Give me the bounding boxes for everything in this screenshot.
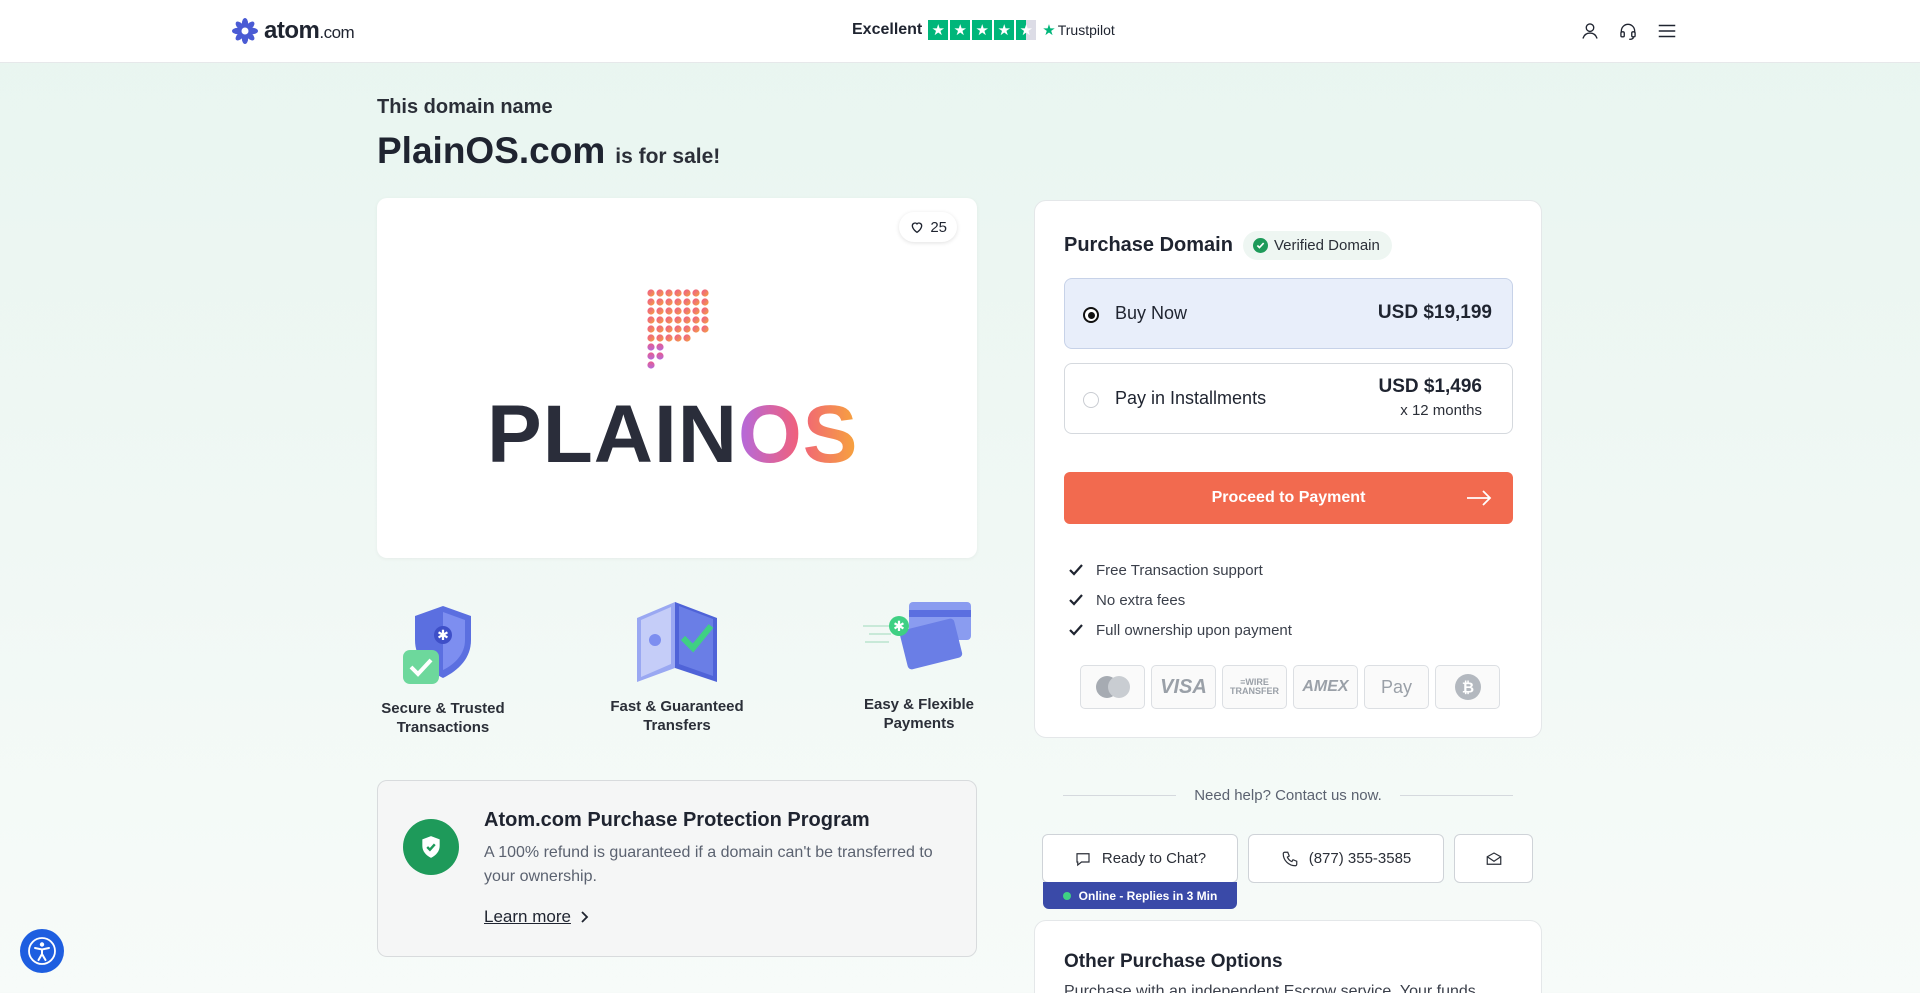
svg-text:✱: ✱ xyxy=(437,627,449,643)
hamburger-menu-icon[interactable] xyxy=(1656,20,1678,47)
page-title: PlainOS.com is for sale! xyxy=(377,130,720,172)
benefit-item: Free Transaction support xyxy=(1068,555,1292,585)
chat-label: Ready to Chat? xyxy=(1101,850,1207,867)
chevron-right-icon xyxy=(581,911,589,923)
payment-methods: VISA ≡WIRE TRANSFER AMEX Pay ₿ xyxy=(1080,665,1500,709)
domain-name: PlainOS.com xyxy=(377,130,606,171)
atom-logo-icon xyxy=(232,18,258,44)
apple-pay-icon: Pay xyxy=(1364,665,1429,709)
email-button[interactable] xyxy=(1454,834,1533,883)
check-icon xyxy=(1069,624,1083,636)
benefits-list: Free Transaction support No extra fees F… xyxy=(1068,555,1292,645)
like-button[interactable]: 25 xyxy=(899,212,957,242)
wallet-transfer-icon xyxy=(637,602,717,682)
feature-label: Easy & Flexible Payments xyxy=(863,696,975,732)
trustpilot-rating[interactable]: Excellent ★ ★ ★ ★ ★ ★ Trustpilot xyxy=(852,20,1115,40)
site-header: atom.com Excellent ★ ★ ★ ★ ★ ★ Trustpilot xyxy=(0,0,1920,63)
purchase-domain-card: Purchase Domain Verified Domain Buy Now … xyxy=(1034,200,1542,738)
trust-label: Excellent xyxy=(852,21,923,38)
installments-option[interactable]: Pay in Installments USD $1,496 x 12 mont… xyxy=(1064,363,1513,434)
divider-line xyxy=(1399,795,1513,796)
benefit-item: Full ownership upon payment xyxy=(1068,615,1292,645)
phone-number: (877) 355-3585 xyxy=(1308,850,1412,867)
radio-buy-now[interactable] xyxy=(1083,307,1099,323)
other-purchase-options-card: Other Purchase Options Purchase with an … xyxy=(1034,920,1542,993)
online-dot-icon xyxy=(1062,891,1071,900)
headset-icon[interactable] xyxy=(1618,21,1638,46)
header-actions xyxy=(1580,20,1678,47)
option-price: USD $19,199 xyxy=(1377,302,1492,323)
protection-text: A 100% refund is guaranteed if a domain … xyxy=(484,844,933,885)
protection-title: Atom.com Purchase Protection Program xyxy=(484,809,870,831)
secure-shield-icon: ✱ xyxy=(403,606,471,684)
trust-stars: ★ ★ ★ ★ ★ xyxy=(928,20,1037,40)
benefit-item: No extra fees xyxy=(1068,585,1292,615)
purchase-title: Purchase Domain xyxy=(1064,234,1233,256)
accessibility-icon xyxy=(28,937,56,965)
visa-icon: VISA xyxy=(1151,665,1216,709)
online-status-bar: Online - Replies in 3 Min xyxy=(1043,882,1237,909)
online-label: Online - Replies in 3 Min xyxy=(1078,888,1218,903)
trustpilot-brand: ★ Trustpilot xyxy=(1042,22,1115,39)
page-subtitle: This domain name xyxy=(377,96,553,118)
radio-installments[interactable] xyxy=(1083,392,1099,408)
other-options-title: Other Purchase Options xyxy=(1064,951,1283,972)
plainos-wordmark: PLAINOS xyxy=(487,389,859,480)
option-label: Buy Now xyxy=(1115,303,1188,323)
learn-more-label: Learn more xyxy=(484,907,571,926)
plainos-mark-icon xyxy=(647,289,709,369)
heart-icon xyxy=(911,222,923,234)
feature-secure: ✱ Secure & Trusted Transactions xyxy=(358,600,528,737)
svg-text:✱: ✱ xyxy=(893,618,905,634)
shield-check-icon xyxy=(403,819,459,875)
like-count: 25 xyxy=(930,218,947,236)
purchase-header: Purchase Domain Verified Domain xyxy=(1064,231,1392,260)
star-icon: ★ xyxy=(950,20,971,40)
domain-logo-card: 25 PLAINOS xyxy=(377,198,977,558)
help-divider: Need help? Contact us now. xyxy=(1063,787,1513,804)
envelope-icon xyxy=(1486,851,1501,865)
purchase-protection-box: Atom.com Purchase Protection Program A 1… xyxy=(377,780,977,957)
verified-check-icon xyxy=(1252,238,1268,253)
help-text: Need help? Contact us now. xyxy=(1194,787,1382,804)
buy-now-option[interactable]: Buy Now USD $19,199 xyxy=(1064,278,1513,349)
feature-payments: ✱ Easy & Flexible Payments xyxy=(834,596,1004,733)
accessibility-button[interactable] xyxy=(20,929,64,973)
learn-more-link[interactable]: Learn more xyxy=(484,907,589,927)
bitcoin-icon: ₿ xyxy=(1435,665,1500,709)
arrow-right-icon xyxy=(1467,490,1492,506)
for-sale-text: is for sale! xyxy=(615,145,721,168)
verified-badge: Verified Domain xyxy=(1242,231,1392,260)
phone-icon xyxy=(1282,851,1298,866)
other-options-text: Purchase with an independent Escrow serv… xyxy=(1064,983,1476,993)
check-icon xyxy=(1069,594,1083,606)
option-price: USD $1,496 xyxy=(1378,376,1482,397)
proceed-to-payment-button[interactable]: Proceed to Payment xyxy=(1064,472,1513,524)
option-label: Pay in Installments xyxy=(1115,388,1267,408)
trustpilot-star-icon: ★ xyxy=(1042,22,1056,39)
verified-label: Verified Domain xyxy=(1273,237,1380,254)
check-icon xyxy=(1069,564,1083,576)
mastercard-icon xyxy=(1080,665,1145,709)
star-icon: ★ xyxy=(994,20,1015,40)
star-icon: ★ xyxy=(972,20,993,40)
amex-icon: AMEX xyxy=(1293,665,1358,709)
half-star-icon: ★ xyxy=(1016,20,1037,40)
feature-label: Secure & Trusted Transactions xyxy=(381,700,505,736)
svg-text:₿: ₿ xyxy=(1461,680,1473,697)
feature-fast: Fast & Guaranteed Transfers xyxy=(592,598,762,735)
user-icon[interactable] xyxy=(1580,21,1600,46)
proceed-label: Proceed to Payment xyxy=(1211,489,1366,506)
payment-cards-icon: ✱ xyxy=(863,602,971,670)
atom-logo[interactable]: atom.com xyxy=(230,16,355,46)
divider-line xyxy=(1063,795,1177,796)
chat-bubble-icon xyxy=(1076,852,1090,866)
wire-transfer-icon: ≡WIRE TRANSFER xyxy=(1222,665,1287,709)
feature-label: Fast & Guaranteed Transfers xyxy=(610,698,744,734)
option-term: x 12 months xyxy=(1400,402,1482,419)
phone-button[interactable]: (877) 355-3585 xyxy=(1248,834,1444,883)
chat-button[interactable]: Ready to Chat? xyxy=(1042,834,1238,883)
logo-wordmark: atom.com xyxy=(264,17,355,44)
star-icon: ★ xyxy=(928,20,949,40)
